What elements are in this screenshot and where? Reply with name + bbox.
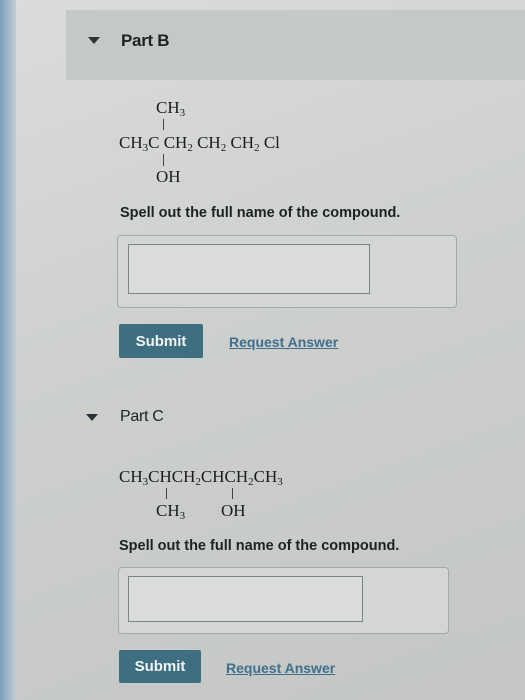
left-edge-strip: [0, 0, 16, 700]
methyl-substituent: CH3: [156, 501, 186, 522]
part-b-submit-button[interactable]: Submit: [119, 324, 203, 358]
part-c-prompt: Spell out the full name of the compound.: [119, 538, 400, 554]
bond-line-up: [163, 119, 164, 130]
part-c-title: Part C: [120, 408, 164, 425]
part-c-request-answer-link[interactable]: Request Answer: [226, 660, 335, 676]
bond-line-down: [163, 154, 164, 166]
main-chain: CH3C CH2 CH2 CH2 Cl: [119, 133, 280, 154]
part-c-submit-button[interactable]: Submit: [119, 650, 201, 683]
part-c-answer-input[interactable]: [128, 576, 363, 622]
bond-line-down-right: [232, 488, 233, 499]
caret-down-icon[interactable]: [86, 414, 98, 421]
part-b-request-answer-link[interactable]: Request Answer: [229, 334, 338, 350]
part-b-title: Part B: [121, 31, 170, 50]
main-chain: CH3CHCH2CHCH2CH3: [119, 467, 283, 488]
bond-line-down-left: [166, 488, 167, 499]
top-methyl-substituent: CH3: [156, 98, 186, 119]
hydroxyl-substituent: OH: [221, 501, 246, 520]
part-b-prompt: Spell out the full name of the compound.: [120, 205, 401, 221]
part-b-answer-input[interactable]: [128, 244, 370, 294]
caret-down-icon[interactable]: [88, 37, 100, 44]
hydroxyl-substituent: OH: [156, 167, 181, 186]
